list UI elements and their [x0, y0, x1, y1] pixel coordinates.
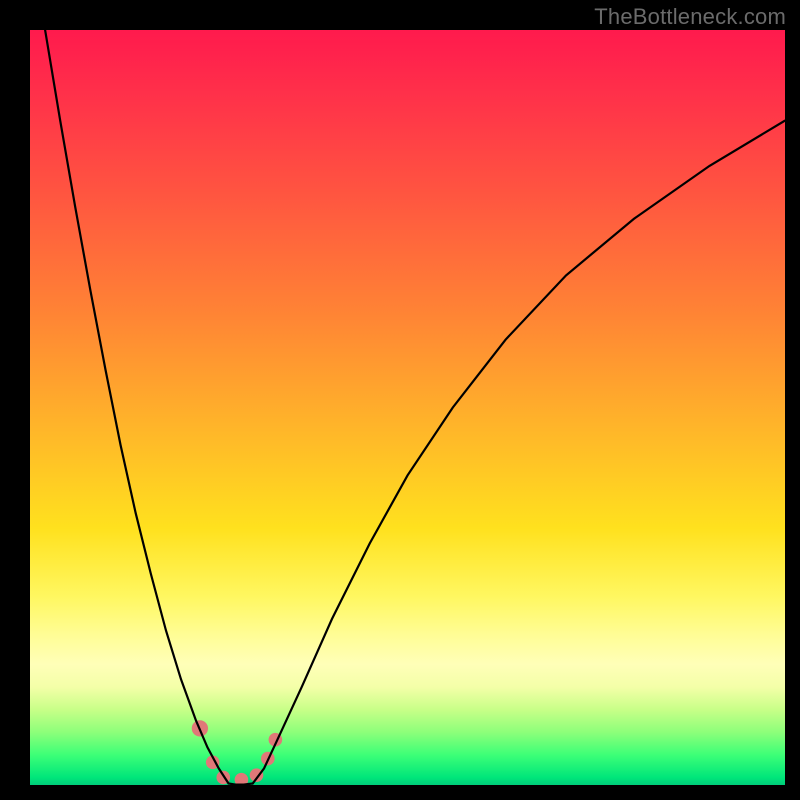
valley-floor [229, 783, 253, 784]
data-marker [235, 773, 249, 785]
chart-frame: TheBottleneck.com [0, 0, 800, 800]
curve-layer [30, 30, 785, 785]
watermark-text: TheBottleneck.com [594, 4, 786, 30]
left-curve [45, 30, 228, 783]
data-markers [192, 720, 282, 785]
right-curve [253, 121, 785, 784]
plot-area [30, 30, 785, 785]
